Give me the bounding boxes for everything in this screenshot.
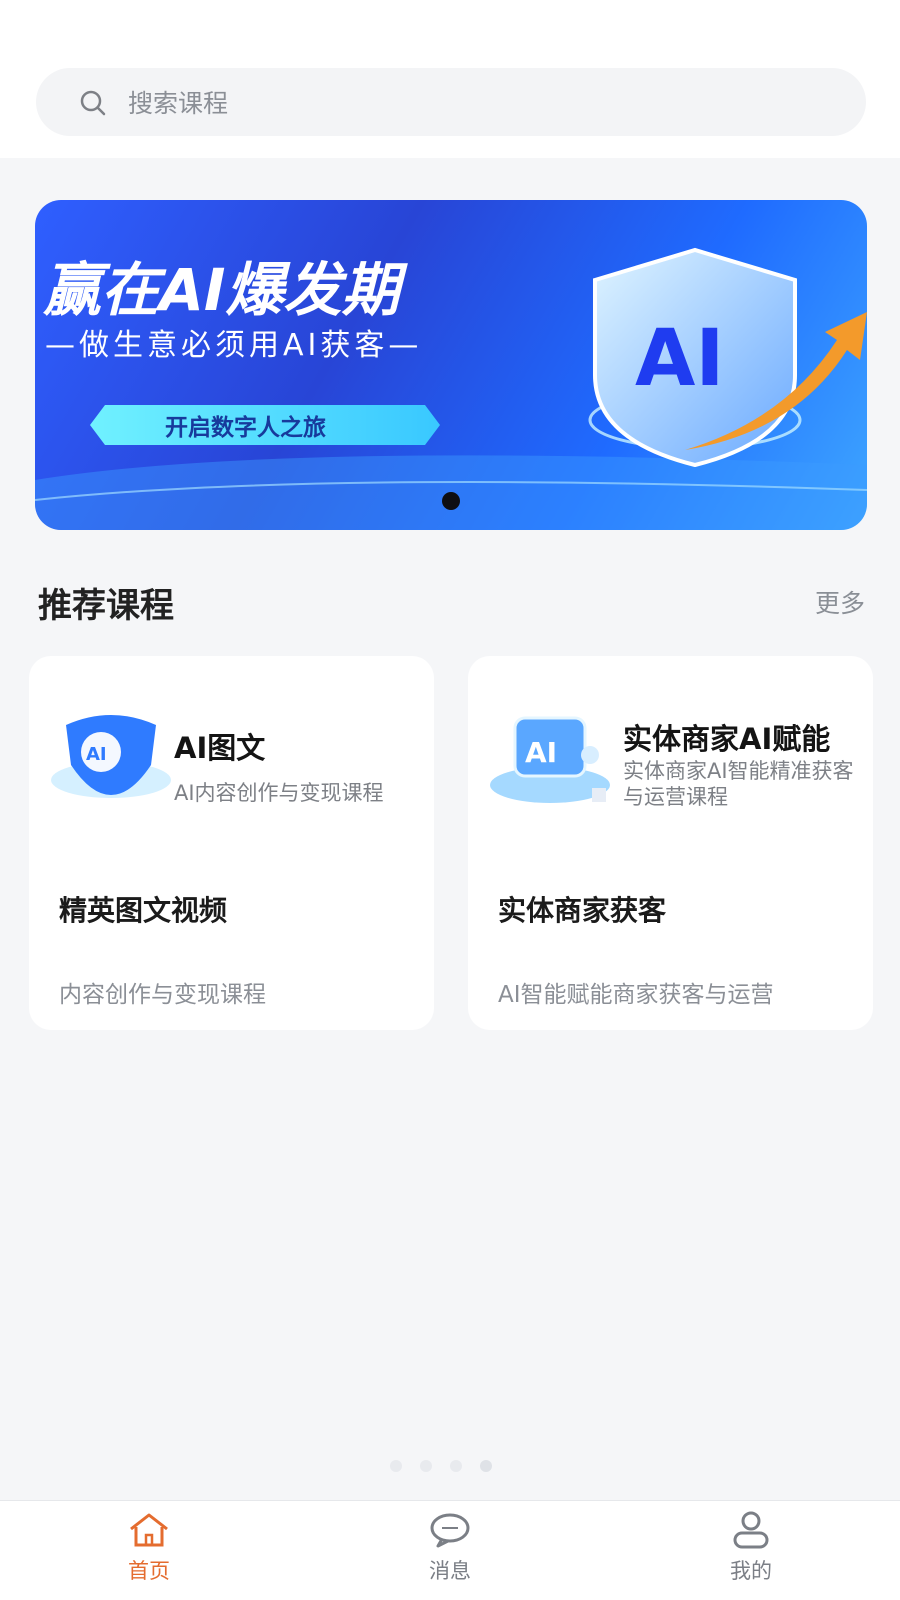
bottom-tab-bar: 首页 消息 我的 bbox=[0, 1500, 900, 1600]
course-description: AI智能赋能商家获客与运营 bbox=[498, 982, 774, 1008]
tab-messages-label: 消息 bbox=[429, 1559, 471, 1583]
banner-badge-text: AI bbox=[635, 314, 724, 404]
search-icon bbox=[80, 90, 106, 116]
banner-illustration: 赢在AI爆发期 —做生意必须用AI获客— 开启数字人之旅 AI bbox=[35, 247, 867, 530]
course-subtitle: 实体商家AI智能精准获客与运营课程 bbox=[623, 759, 854, 809]
banner-subheadline: —做生意必须用AI获客— bbox=[45, 328, 422, 363]
carousel-indicator[interactable] bbox=[442, 492, 460, 510]
ai-box-icon: AI bbox=[490, 716, 610, 803]
course-card[interactable]: AI AI图文 AI内容创作与变现课程 精英图文视频 内容创作与变现课程 bbox=[29, 656, 434, 1030]
page-indicator bbox=[390, 1460, 510, 1474]
banner-headline: 赢在AI爆发期 bbox=[42, 256, 408, 324]
search-placeholder: 搜索课程 bbox=[128, 89, 229, 118]
more-link[interactable]: 更多 bbox=[815, 584, 865, 620]
course-heading: 精英图文视频 bbox=[59, 894, 228, 927]
promo-banner[interactable]: 赢在AI爆发期 —做生意必须用AI获客— 开启数字人之旅 AI bbox=[35, 200, 867, 530]
course-description: 内容创作与变现课程 bbox=[59, 982, 266, 1008]
home-icon bbox=[130, 1513, 168, 1547]
page-dot bbox=[480, 1460, 492, 1472]
chat-icon bbox=[430, 1513, 470, 1548]
user-icon bbox=[733, 1511, 769, 1549]
course-title: AI图文 bbox=[174, 731, 266, 765]
tab-messages[interactable]: 消息 bbox=[390, 1511, 510, 1597]
page-dot bbox=[420, 1460, 432, 1472]
svg-text:AI: AI bbox=[525, 736, 557, 769]
course-title: 实体商家AI赋能 bbox=[623, 722, 831, 756]
course-heading: 实体商家获客 bbox=[498, 894, 667, 927]
page-dot bbox=[450, 1460, 462, 1472]
tab-home[interactable]: 首页 bbox=[89, 1511, 209, 1597]
tab-profile[interactable]: 我的 bbox=[691, 1511, 811, 1597]
section-title: 推荐课程 bbox=[38, 586, 174, 626]
banner-cta-label: 开启数字人之旅 bbox=[165, 414, 326, 441]
page-dot bbox=[390, 1460, 402, 1472]
tab-profile-label: 我的 bbox=[730, 1559, 772, 1583]
svg-text:AI: AI bbox=[86, 744, 107, 765]
course-card[interactable]: AI 实体商家AI赋能 实体商家AI智能精准获客与运营课程 实体商家获客 AI智… bbox=[468, 656, 873, 1030]
course-subtitle: AI内容创作与变现课程 bbox=[174, 781, 384, 805]
tab-home-label: 首页 bbox=[128, 1559, 170, 1583]
ai-shield-icon: AI bbox=[51, 715, 171, 798]
